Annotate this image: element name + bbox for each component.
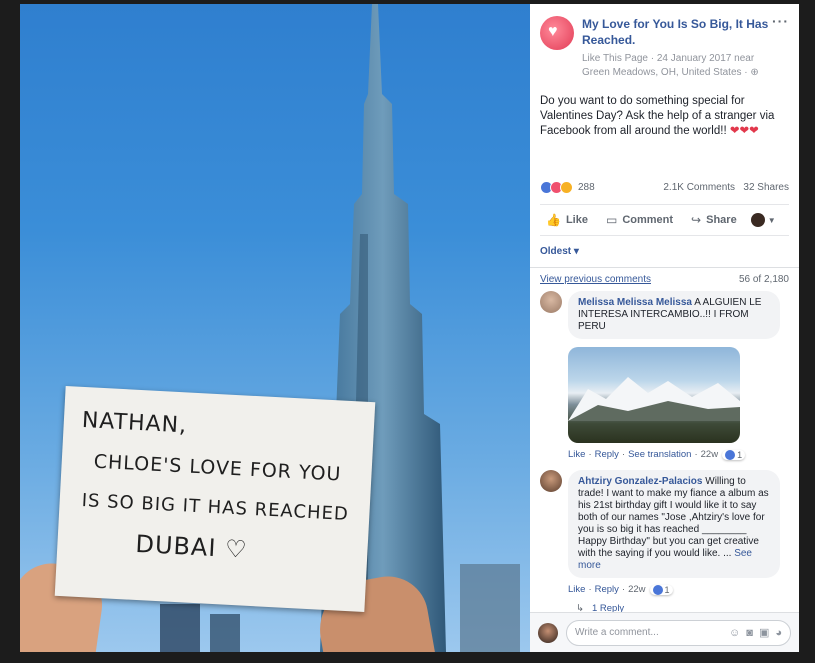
chevron-down-icon[interactable]: ▼ — [768, 216, 776, 225]
comment-time[interactable]: 22w — [628, 584, 645, 595]
comment-reply-link[interactable]: Reply — [595, 584, 619, 595]
page-name-link[interactable]: My Love for You Is So Big, It Has Reache… — [582, 16, 772, 48]
comment-share-counts: 2.1K Comments 32 Shares — [663, 182, 789, 193]
post-text: Do you want to do something special for … — [530, 80, 799, 170]
mountain-illustration — [568, 377, 740, 421]
comment-like-badge[interactable]: 1 — [649, 584, 673, 595]
post-actions: 👍 Like ▭ Comment ↪ Share ▼ — [540, 204, 789, 236]
like-button[interactable]: 👍 Like — [540, 213, 594, 227]
comment-footer: Like · Reply · See translation · 22w 1 — [568, 449, 780, 460]
comment-time[interactable]: 22w — [701, 449, 718, 460]
camera-icon[interactable]: ◙ — [746, 627, 753, 639]
comment-button[interactable]: ▭ Comment — [600, 213, 679, 227]
comment-sort-dropdown[interactable]: Oldest ▾ — [530, 236, 799, 257]
comment-photo[interactable] — [568, 347, 740, 443]
heart-icon: ♥ — [548, 23, 558, 40]
comment-composer: Write a comment... ☺ ◙ ▣ ◕ — [530, 612, 799, 652]
comment-input[interactable]: Write a comment... ☺ ◙ ▣ ◕ — [566, 619, 791, 646]
post-as-avatar[interactable] — [750, 213, 765, 227]
post-header-text: My Love for You Is So Big, It Has Reache… — [582, 16, 772, 80]
globe-icon: ⊕ — [750, 67, 759, 78]
speech-bubble-icon: ▭ — [605, 213, 618, 227]
commenter-avatar[interactable] — [540, 291, 562, 313]
comment-item: Ahtziry Gonzalez-Palacios Willing to tra… — [530, 460, 799, 595]
comments-position: 56 of 2,180 — [738, 274, 789, 285]
comment-content: Ahtziry Gonzalez-Palacios Willing to tra… — [568, 470, 780, 595]
comment-input-placeholder: Write a comment... — [575, 627, 659, 638]
like-page-link[interactable]: Like This Page — [582, 53, 648, 64]
comment-bubble: Ahtziry Gonzalez-Palacios Willing to tra… — [568, 470, 780, 578]
commenter-avatar[interactable] — [540, 470, 562, 492]
comments-count[interactable]: 2.1K Comments — [663, 182, 735, 193]
comment-like-link[interactable]: Like — [568, 584, 585, 595]
comment-button-label: Comment — [622, 214, 674, 226]
heart-emojis: ❤❤❤ — [729, 125, 759, 137]
share-arrow-icon: ↪ — [691, 213, 702, 227]
post-panel: ♥ My Love for You Is So Big, It Has Reac… — [530, 4, 799, 652]
reaction-count: 288 — [578, 181, 595, 193]
comment-like-link[interactable]: Like — [568, 449, 585, 460]
comment-like-count: 1 — [737, 449, 743, 460]
emoji-icon[interactable]: ☺ — [729, 627, 740, 639]
like-button-label: Like — [565, 214, 588, 226]
comment-like-badge[interactable]: 1 — [722, 449, 746, 460]
handwritten-sign: NATHAN, CHLOE'S LOVE FOR YOU IS SO BIG I… — [54, 386, 376, 612]
comment-bubble: Melissa Melissa Melissa A ALGUIEN LE INT… — [568, 291, 780, 339]
post-meta: Like This Page · 24 January 2017 near Gr… — [582, 52, 772, 80]
comment-item: Melissa Melissa Melissa A ALGUIEN LE INT… — [530, 285, 799, 460]
comment-footer: Like · Reply · 22w 1 — [568, 584, 780, 595]
page-avatar[interactable]: ♥ — [540, 16, 574, 50]
current-user-avatar — [538, 622, 558, 643]
comment-text: Willing to trade! I want to make my fian… — [578, 476, 769, 559]
thumbs-up-icon: 👍 — [546, 213, 561, 227]
more-options-icon[interactable]: ··· — [772, 14, 789, 80]
gif-icon[interactable]: ▣ — [759, 626, 769, 639]
see-translation-link[interactable]: See translation — [628, 449, 691, 460]
comment-content: Melissa Melissa Melissa A ALGUIEN LE INT… — [568, 291, 780, 460]
shares-count[interactable]: 32 Shares — [743, 182, 789, 193]
commenter-name[interactable]: Melissa Melissa Melissa — [578, 297, 692, 308]
post-header: ♥ My Love for You Is So Big, It Has Reac… — [530, 4, 799, 80]
like-badge-icon — [725, 449, 736, 460]
post-stats: 288 2.1K Comments 32 Shares — [530, 174, 799, 200]
share-button[interactable]: ↪ Share — [685, 213, 743, 227]
view-previous-comments-link[interactable]: View previous comments — [540, 274, 651, 285]
comment-like-count: 1 — [664, 584, 670, 595]
commenter-name[interactable]: Ahtziry Gonzalez-Palacios — [578, 476, 702, 487]
post-photo[interactable]: NATHAN, CHLOE'S LOVE FOR YOU IS SO BIG I… — [20, 4, 530, 652]
comment-reply-link[interactable]: Reply — [595, 449, 619, 460]
share-button-label: Share — [706, 214, 737, 226]
wow-reaction-icon — [560, 180, 573, 194]
sticker-icon[interactable]: ◕ — [775, 627, 782, 639]
comments-pager: View previous comments 56 of 2,180 — [530, 268, 799, 285]
reactions-summary[interactable]: 288 — [540, 180, 595, 194]
like-badge-icon — [652, 584, 663, 595]
